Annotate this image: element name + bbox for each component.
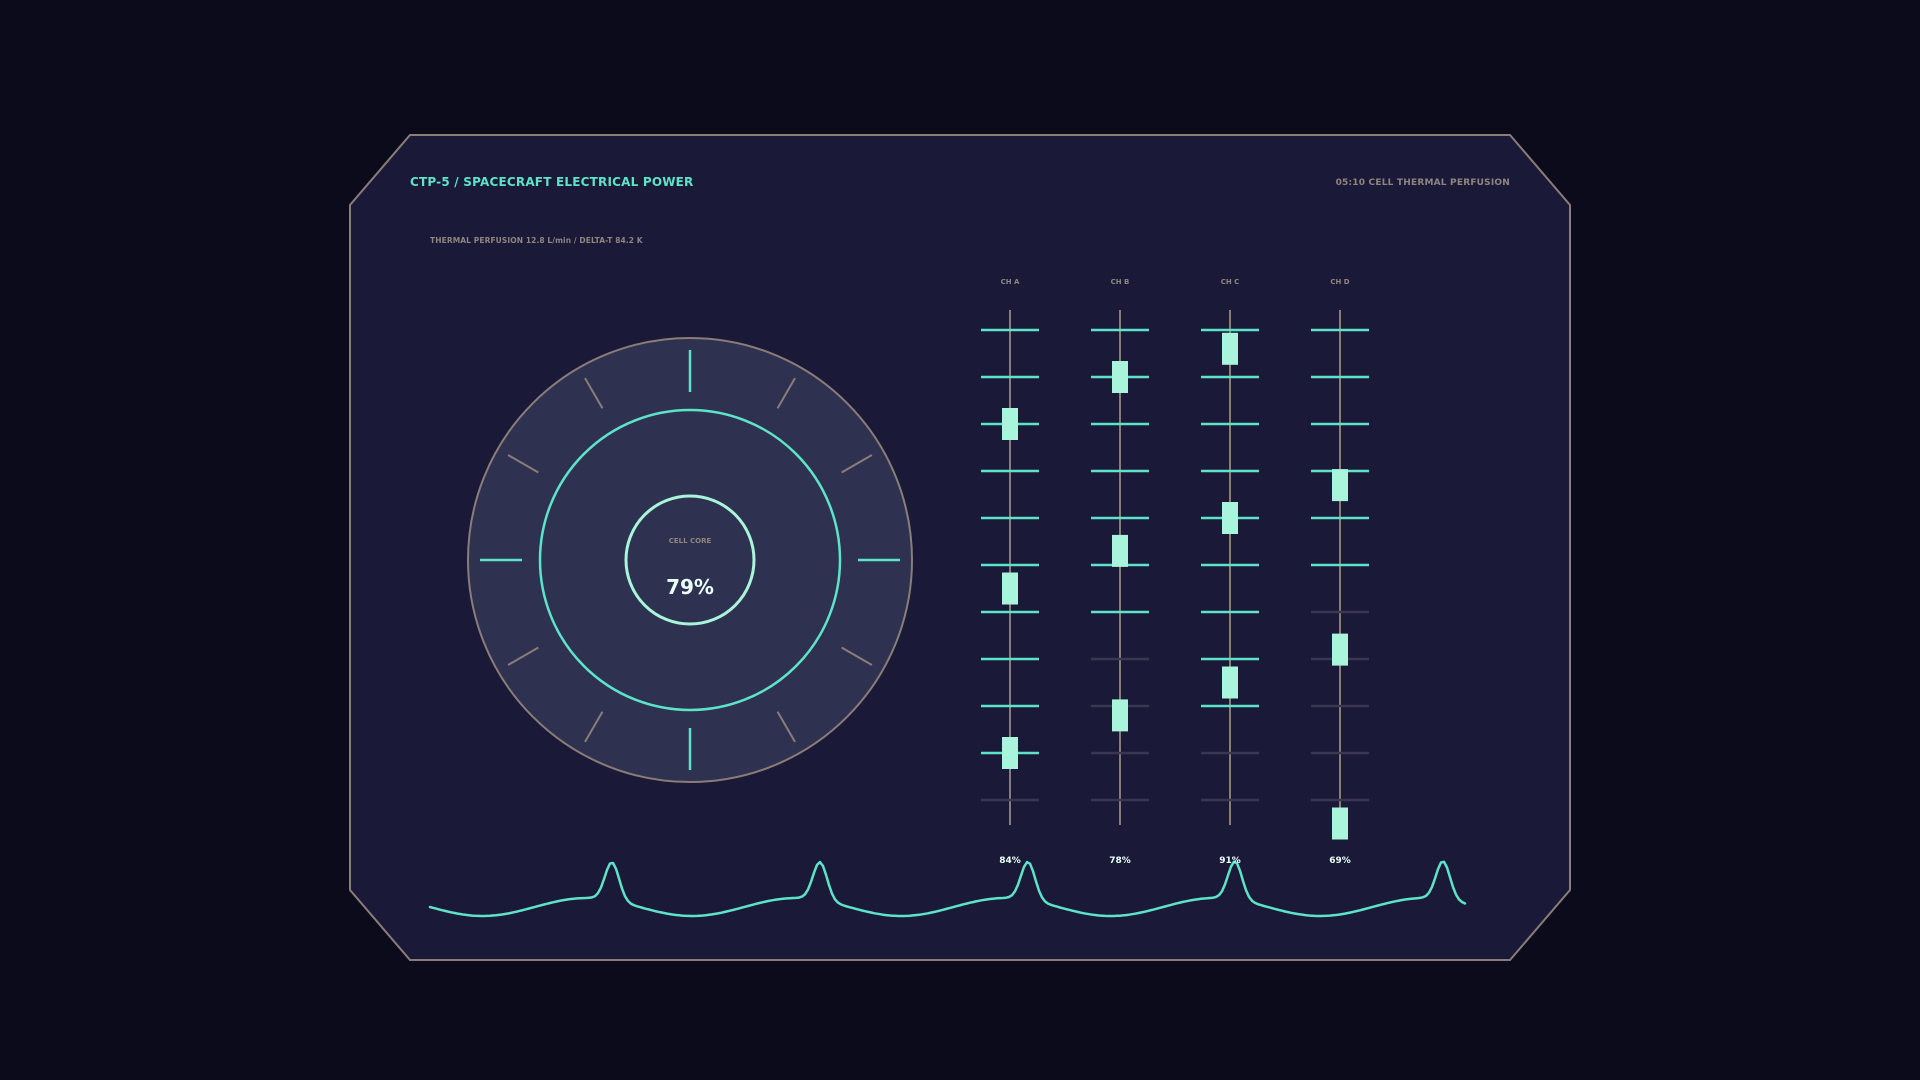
channel-value-c: 91%: [1219, 856, 1241, 866]
core-value: 79%: [666, 575, 714, 599]
channel-marker: [1112, 361, 1128, 393]
channel-label-b: CH B: [1110, 278, 1130, 286]
channel-marker: [1332, 633, 1348, 666]
channel-marker: [1112, 534, 1128, 567]
channel-marker: [1222, 666, 1238, 699]
hud-graphics: [349, 134, 1571, 961]
channel-marker: [1002, 572, 1018, 605]
clock-readout: 05:10 CELL THERMAL PERFUSION: [1335, 178, 1510, 188]
channel-marker: [1332, 469, 1348, 502]
channel-label-a: CH A: [1000, 278, 1020, 286]
channel-label-d: CH D: [1330, 278, 1350, 286]
channel-value-b: 78%: [1109, 856, 1131, 866]
hud-screen: CTP-5 / SPACECRAFT ELECTRICAL POWER 05:1…: [0, 0, 1920, 1080]
channel-value-a: 84%: [999, 856, 1021, 866]
channel-marker: [1222, 332, 1238, 365]
channel-label-c: CH C: [1220, 278, 1240, 286]
channel-value-d: 69%: [1329, 856, 1351, 866]
page-title: CTP-5 / SPACECRAFT ELECTRICAL POWER: [410, 175, 694, 189]
channel-marker: [1002, 408, 1018, 440]
channel-marker: [1002, 737, 1018, 769]
channel-marker: [1332, 807, 1348, 840]
core-dial: [467, 337, 913, 783]
perfusion-readout: THERMAL PERFUSION 12.8 L/min / DELTA-T 8…: [430, 236, 643, 245]
dial-outer-ring: [467, 337, 913, 783]
core-label: CELL CORE: [668, 537, 712, 545]
channel-marker: [1222, 502, 1238, 534]
channel-marker: [1112, 699, 1128, 732]
